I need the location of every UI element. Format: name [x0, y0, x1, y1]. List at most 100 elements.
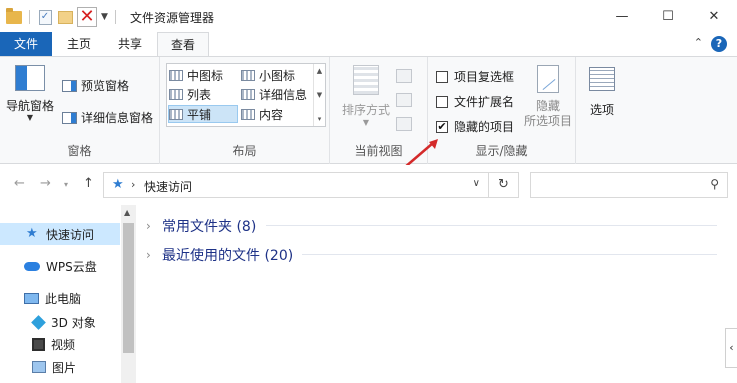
navigation-pane-button[interactable]: 导航窗格 ▼ — [6, 65, 54, 122]
breadcrumb-quick-access[interactable]: 快速访问 — [144, 178, 192, 195]
tiles-icon — [169, 108, 183, 120]
layout-details[interactable]: 详细信息 — [241, 85, 307, 103]
layout-item-label: 详细信息 — [259, 87, 308, 102]
file-extensions-toggle[interactable]: 文件扩展名 — [436, 93, 514, 110]
chevron-right-icon: › — [146, 248, 151, 262]
search-input[interactable]: ⚲ — [530, 172, 728, 198]
tab-home[interactable]: 主页 — [55, 32, 103, 56]
nav-item-label: 视频 — [51, 337, 76, 352]
options-button[interactable]: 选项 — [584, 67, 620, 118]
preview-pane-button[interactable]: 预览窗格 — [62, 77, 129, 94]
group-label: 当前视图 — [354, 144, 403, 158]
group-by-icon[interactable] — [396, 69, 412, 83]
nav-item-label: 3D 对象 — [51, 315, 96, 330]
medium-icons-icon — [169, 69, 183, 81]
computer-icon — [24, 292, 39, 304]
layout-content[interactable]: 内容 — [241, 105, 283, 123]
nav-item-quick-access[interactable]: ★ 快速访问 — [0, 223, 120, 245]
layout-medium-icons[interactable]: 中图标 — [169, 66, 223, 84]
properties-icon[interactable]: ✓ — [37, 9, 53, 25]
new-folder-icon[interactable] — [57, 9, 73, 25]
minimize-button[interactable]: — — [599, 0, 645, 32]
chevron-down-icon: ▼ — [362, 118, 370, 127]
layout-small-icons[interactable]: 小图标 — [241, 66, 295, 84]
title-bar: ✓ ✕ ▼ 文件资源管理器 — ☐ ✕ — [0, 0, 737, 32]
address-bar-row: ← → ▾ ↑ ★ › 快速访问 ∨ ↻ ⚲ — [0, 165, 737, 205]
ribbon-tabs: 文件 主页 共享 查看 ⌃ ? — [0, 32, 737, 57]
size-columns-icon[interactable] — [396, 117, 412, 131]
group-label: 显示/隐藏 — [475, 144, 528, 158]
address-dropdown-icon[interactable]: ∨ — [473, 178, 480, 189]
chevron-up-icon[interactable]: ▲ — [317, 67, 322, 75]
layout-item-label: 列表 — [187, 87, 212, 102]
address-bar[interactable]: ★ › 快速访问 ∨ — [103, 172, 489, 198]
item-checkboxes-toggle[interactable]: 项目复选框 — [436, 68, 514, 85]
search-icon: ⚲ — [710, 177, 719, 191]
folder-icon — [6, 7, 22, 25]
layout-list[interactable]: 列表 — [169, 85, 211, 103]
maximize-button[interactable]: ☐ — [645, 0, 691, 32]
preview-pane-icon — [62, 79, 77, 92]
nav-item-this-pc[interactable]: 此电脑 — [0, 287, 120, 309]
toolbar-divider — [29, 10, 30, 24]
chevron-right-icon: › — [146, 219, 151, 233]
nav-item-wps-cloud[interactable]: WPS云盘 — [0, 255, 120, 277]
more-icon[interactable]: ▾ — [318, 115, 322, 123]
sort-by-button[interactable]: 排序方式 ▼ — [338, 65, 394, 127]
chevron-up-icon[interactable]: ▲ — [124, 208, 130, 217]
nav-item-videos[interactable]: 视频 — [0, 333, 120, 355]
tab-file[interactable]: 文件 — [0, 32, 52, 56]
window-controls: — ☐ ✕ — [599, 0, 737, 32]
options-label: 选项 — [589, 103, 614, 117]
tab-share[interactable]: 共享 — [106, 32, 154, 56]
tab-view[interactable]: 查看 — [157, 32, 209, 57]
delete-icon[interactable]: ✕ — [77, 7, 97, 27]
video-icon — [32, 337, 45, 351]
back-arrow-icon[interactable]: ← — [14, 176, 25, 191]
add-columns-icon[interactable] — [396, 93, 412, 107]
layout-tiles[interactable]: 平铺 — [168, 105, 238, 123]
collapse-ribbon-icon[interactable]: ⌃ — [694, 36, 703, 49]
close-button[interactable]: ✕ — [691, 0, 737, 32]
file-extensions-label: 文件扩展名 — [454, 95, 515, 109]
layout-item-label: 中图标 — [187, 68, 224, 83]
forward-arrow-icon[interactable]: → — [40, 176, 51, 191]
section-recent-files[interactable]: › 最近使用的文件 (20) — [146, 245, 293, 265]
details-pane-button[interactable]: 详细信息窗格 — [62, 109, 153, 126]
section-header: 常用文件夹 (8) — [162, 219, 257, 235]
group-label: 窗格 — [67, 144, 92, 158]
scrollbar-thumb[interactable] — [123, 223, 134, 353]
customize-toolbar-dropdown-icon[interactable]: ▼ — [101, 12, 108, 22]
recent-locations-icon[interactable]: ▾ — [64, 180, 68, 189]
hide-selected-label: 隐藏 — [535, 99, 560, 113]
nav-item-pictures[interactable]: 图片 — [0, 356, 120, 378]
layout-gallery-scroll[interactable]: ▲ ▼ ▾ — [313, 64, 325, 126]
refresh-icon: ↻ — [498, 177, 509, 192]
show-hide-group: 项目复选框 文件扩展名 ✔ 隐藏的项目 隐藏 所选项目 显示/隐藏 — [428, 57, 576, 164]
layout-item-label: 平铺 — [187, 107, 212, 122]
nav-item-label: 此电脑 — [45, 291, 82, 306]
small-icons-icon — [241, 69, 255, 81]
refresh-button[interactable]: ↻ — [489, 172, 519, 198]
sort-by-label: 排序方式 — [341, 103, 390, 117]
navigation-pane-scrollbar[interactable]: ▲ — [121, 205, 136, 383]
hide-selected-items-button[interactable]: 隐藏 所选项目 — [524, 65, 572, 129]
item-checkboxes-label: 项目复选框 — [454, 70, 515, 84]
layout-item-label: 内容 — [259, 107, 284, 122]
help-icon[interactable]: ? — [711, 36, 727, 52]
up-arrow-icon[interactable]: ↑ — [83, 176, 94, 191]
chevron-down-icon[interactable]: ▼ — [317, 91, 322, 99]
checkbox-checked[interactable]: ✔ — [436, 120, 448, 133]
nav-item-3d-objects[interactable]: 3D 对象 — [0, 311, 120, 333]
list-icon — [169, 88, 183, 100]
checkbox[interactable] — [436, 70, 448, 83]
breadcrumb-separator-icon[interactable]: › — [131, 178, 135, 191]
checkbox[interactable] — [436, 95, 448, 108]
chevron-left-icon: ‹ — [729, 341, 734, 354]
hidden-items-toggle[interactable]: ✔ 隐藏的项目 — [436, 118, 514, 135]
content-area: › 常用文件夹 (8) › 最近使用的文件 (20) — [140, 205, 737, 383]
expand-pane-handle[interactable]: ‹ — [725, 328, 737, 368]
section-frequent-folders[interactable]: › 常用文件夹 (8) — [146, 216, 256, 236]
layout-item-label: 小图标 — [259, 68, 296, 83]
details-pane-icon — [62, 111, 77, 124]
